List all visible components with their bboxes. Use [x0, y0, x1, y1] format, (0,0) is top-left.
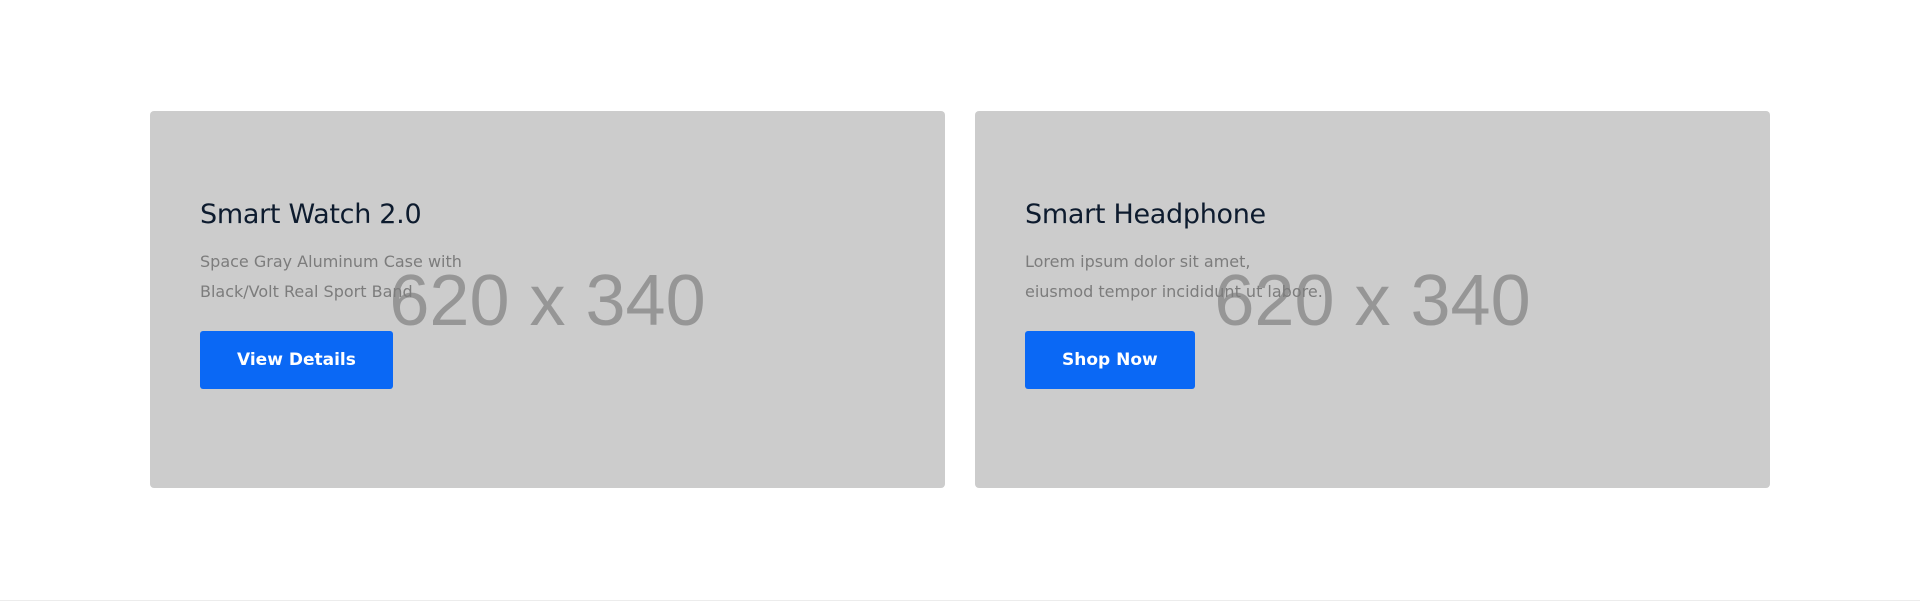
- banner-content: Smart Headphone Lorem ipsum dolor sit am…: [1025, 197, 1485, 389]
- banner-content: Smart Watch 2.0 Space Gray Aluminum Case…: [200, 197, 660, 389]
- banner-description: Lorem ipsum dolor sit amet, eiusmod temp…: [1025, 247, 1485, 307]
- shop-now-button[interactable]: Shop Now: [1025, 331, 1195, 389]
- banner-description-line: Lorem ipsum dolor sit amet,: [1025, 252, 1251, 271]
- banner-description: Space Gray Aluminum Case with Black/Volt…: [200, 247, 660, 307]
- banner-description-line: Black/Volt Real Sport Band: [200, 282, 413, 301]
- banner-description-line: eiusmod tempor incididunt ut labore.: [1025, 282, 1323, 301]
- banner-smart-headphone[interactable]: 620 x 340 Smart Headphone Lorem ipsum do…: [975, 111, 1770, 488]
- banner-title: Smart Headphone: [1025, 199, 1266, 230]
- banner-title: Smart Watch 2.0: [200, 199, 422, 230]
- view-details-button[interactable]: View Details: [200, 331, 393, 389]
- banner-description-line: Space Gray Aluminum Case with: [200, 252, 462, 271]
- promo-banners-section: 620 x 340 Smart Watch 2.0 Space Gray Alu…: [0, 0, 1920, 600]
- banner-smart-watch[interactable]: 620 x 340 Smart Watch 2.0 Space Gray Alu…: [150, 111, 945, 488]
